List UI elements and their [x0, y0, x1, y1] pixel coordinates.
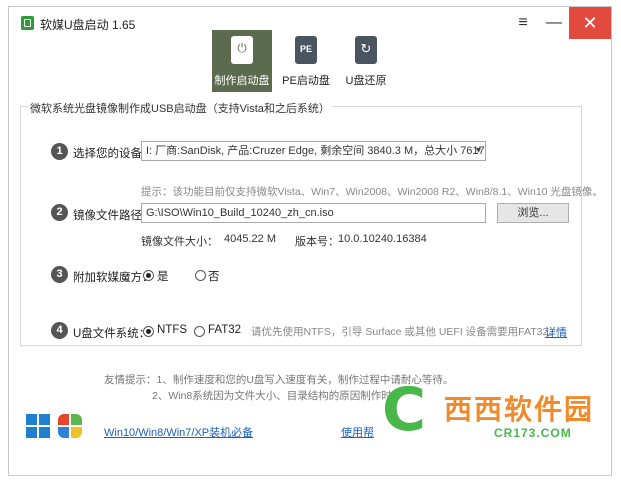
iso-size-label: 镜像文件大小：: [141, 236, 218, 248]
iso-path-input[interactable]: G:\ISO\Win10_Build_10240_zh_cn.iso: [141, 203, 486, 223]
ntfs-label: NTFS: [157, 324, 188, 336]
filesystem-note: 请优先使用NTFS，引导 Surface 或其他 UEFI 设备需要用FAT32…: [251, 326, 559, 338]
usb-power-icon: [231, 36, 253, 64]
tab-usb-restore[interactable]: U盘还原: [336, 30, 396, 92]
version-label: 版本号：: [295, 236, 339, 248]
site-watermark: C 西西软件园 CR173.COM: [382, 380, 621, 450]
minimize-icon[interactable]: —: [537, 7, 571, 39]
version-value: 10.0.10240.16384: [338, 233, 427, 245]
tab-pe-boot-disk[interactable]: PE启动盘: [276, 30, 336, 92]
iso-path-value: G:\ISO\Win10_Build_10240_zh_cn.iso: [146, 207, 334, 219]
tab-label: U盘还原: [345, 75, 387, 87]
watermark-letter: C: [382, 375, 427, 445]
fat32-label: FAT32: [208, 324, 242, 336]
device-select[interactable]: I: 厂商:SanDisk, 产品:Cruzer Edge, 剩余空间 3840…: [141, 141, 486, 161]
watermark-sub-text: CR173.COM: [494, 426, 572, 440]
tab-label: 制作启动盘: [214, 75, 270, 87]
cube-yes-radio[interactable]: [143, 270, 154, 281]
chevron-down-icon: ▾: [475, 145, 481, 156]
iso-size-value: 4045.22 M: [224, 233, 276, 245]
cube-yes-label: 是: [157, 271, 169, 283]
menu-icon[interactable]: ≡: [506, 7, 540, 39]
usb-restore-icon: [355, 36, 377, 64]
install-essentials-link[interactable]: Win10/Win8/Win7/XP装机必备: [104, 424, 253, 440]
ntfs-radio[interactable]: [143, 326, 154, 337]
step-number: 2: [51, 204, 68, 221]
ruanmei-cube-label: 附加软媒魔方：: [73, 272, 154, 284]
device-select-value: I: 厂商:SanDisk, 产品:Cruzer Edge, 剩余空间 3840…: [146, 145, 486, 157]
tab-make-boot-disk[interactable]: 制作启动盘: [212, 30, 272, 92]
details-link[interactable]: 详情: [545, 324, 567, 340]
iso-hint: 提示：该功能目前仅支持微软Vista、Win7、Win2008、Win2008 …: [141, 186, 603, 198]
app-logo-icon: [21, 16, 34, 30]
window-title: 软媒U盘启动 1.65: [40, 18, 136, 32]
help-link[interactable]: 使用帮: [341, 424, 374, 440]
fat32-radio[interactable]: [194, 326, 205, 337]
group-title: 微软系统光盘镜像制作成USB启动盘（支持Vista和之后系统）: [28, 100, 332, 116]
close-icon[interactable]: ✕: [569, 7, 611, 39]
step-number: 3: [51, 266, 68, 283]
filesystem-label: U盘文件系统：: [73, 328, 151, 340]
browse-button[interactable]: 浏览...: [497, 203, 569, 223]
pe-drive-icon: [295, 36, 317, 64]
windows-logo-icon: [26, 414, 50, 438]
tab-label: PE启动盘: [282, 75, 330, 87]
step-number: 1: [51, 143, 68, 160]
cube-no-label: 否: [208, 271, 220, 283]
windows-xp-logo-icon: [58, 414, 82, 438]
cube-no-radio[interactable]: [195, 270, 206, 281]
step-number: 4: [51, 322, 68, 339]
watermark-main-text: 西西软件园: [444, 394, 595, 425]
